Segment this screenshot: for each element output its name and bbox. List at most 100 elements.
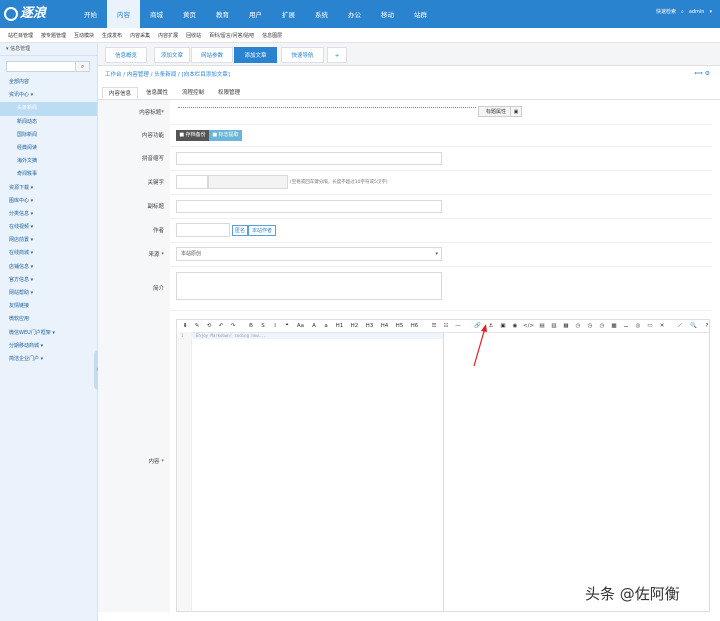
nav-item-10[interactable]: 站群 [404, 0, 437, 28]
editor-placeholder[interactable]: Enjoy Markdown! coding now... [191, 333, 443, 339]
nav-item-6[interactable]: 扩展 [272, 0, 305, 28]
editor-toolbar-button[interactable]: ◉ [511, 322, 519, 330]
page-tab[interactable]: 添加文章 [154, 47, 190, 63]
sidebar-item[interactable]: 资讯中心 ▾ [0, 89, 97, 102]
nav-item-5[interactable]: 用户 [239, 0, 272, 28]
sub-menu-item[interactable]: 内容采集 [130, 32, 150, 39]
summary-textarea[interactable] [176, 272, 442, 300]
sub-menu-item[interactable]: 百科/留言/问答/贴吧 [209, 32, 254, 39]
user-name[interactable]: admin [689, 9, 705, 15]
nav-item-7[interactable]: 系统 [305, 0, 338, 28]
author-input[interactable] [176, 223, 230, 237]
editor-toolbar-button[interactable]: ◷ [586, 322, 594, 330]
breadcrumb[interactable]: 工作台 / 内容管理 / 头条新闻 / [向本栏目添加文章] [105, 70, 230, 78]
nav-item-1[interactable]: 内容 [107, 0, 140, 28]
sidebar-item[interactable]: 网站帮助 ▾ [0, 287, 97, 300]
editor-toolbar-button[interactable]: H5 [394, 322, 405, 330]
sub-menu-item[interactable]: 互动模块 [74, 32, 94, 39]
sidebar-item[interactable]: 官方信息 ▾ [0, 274, 97, 287]
sidebar-item[interactable]: 微软应用 [0, 313, 97, 326]
editor-toolbar-button[interactable]: ⟲ [205, 322, 213, 330]
sub-menu-item[interactable]: 回收站 [186, 32, 201, 39]
editor-toolbar-button[interactable]: a [322, 322, 330, 330]
editor-toolbar-button[interactable]: ▤ [538, 322, 546, 330]
sub-menu-item[interactable]: 信息图层 [262, 32, 282, 39]
editor-toolbar-button[interactable]: ☰ [430, 322, 438, 330]
editor-toolbar-button[interactable]: ⚊ [622, 322, 630, 330]
keywords-tag-input[interactable] [176, 175, 208, 189]
editor-input-pane[interactable]: 1 Enjoy Markdown! coding now... [177, 332, 444, 611]
image-icon[interactable]: ▣ [510, 106, 522, 117]
editor-toolbar-button[interactable]: ↷ [229, 322, 237, 330]
sidebar-title[interactable]: ▾ 信息管理 [0, 43, 97, 56]
sidebar-item[interactable]: 头条新闻 [0, 102, 97, 116]
sidebar-item[interactable]: 在线视频 ▾ [0, 221, 97, 234]
editor-toolbar-button[interactable]: ✕ [658, 322, 666, 330]
page-tab[interactable]: 添加文章 [234, 47, 277, 63]
sidebar-item[interactable]: 在线商城 ▾ [0, 247, 97, 260]
page-tab[interactable]: 快速导航 [281, 47, 324, 63]
editor-toolbar-button[interactable]: ☷ [442, 322, 450, 330]
editor-toolbar-button[interactable]: ↶ [217, 322, 225, 330]
form-tab[interactable]: 信息属性 [139, 87, 175, 99]
editor-toolbar-button[interactable]: ▩ [610, 322, 618, 330]
nav-item-0[interactable]: 开始 [74, 0, 107, 28]
form-tab[interactable]: 流程控制 [175, 87, 211, 99]
page-tab[interactable]: 网站参数 [191, 47, 233, 63]
anonymous-button[interactable]: 匿名 [232, 225, 248, 236]
form-tab[interactable]: 权限管理 [211, 87, 247, 99]
sidebar-search-input[interactable] [6, 61, 76, 72]
pinyin-input[interactable] [176, 152, 442, 165]
nav-item-8[interactable]: 办公 [338, 0, 371, 28]
sidebar-item[interactable]: 海外文摘 [0, 155, 97, 168]
editor-toolbar-button[interactable]: ✎ [193, 322, 201, 330]
editor-toolbar-button[interactable]: H2 [349, 322, 360, 330]
logo[interactable]: 逐浪 [4, 4, 72, 24]
sub-menu-item[interactable]: 内容扩展 [158, 32, 178, 39]
sidebar-item[interactable]: 图库中心 ▾ [0, 195, 97, 208]
title-input[interactable] [178, 107, 476, 109]
expand-icon[interactable]: ⟺ [694, 70, 703, 77]
editor-toolbar-button[interactable]: ? [703, 322, 711, 330]
quick-search-label[interactable]: 快速检索 [656, 8, 676, 15]
archive-button[interactable]: ■ 存档备份 [176, 130, 209, 141]
gear-icon[interactable]: ⚙ [705, 70, 710, 77]
editor-toolbar-button[interactable]: H6 [409, 322, 420, 330]
editor-toolbar-button[interactable]: ◷ [574, 322, 582, 330]
sidebar-item[interactable]: 微信WEU门户框架 ▾ [0, 327, 97, 340]
sidebar-item[interactable]: 国际新闻 [0, 129, 97, 142]
search-icon[interactable]: ⌕ [681, 9, 684, 15]
sidebar-item[interactable]: 分期移动商城 ▾ [0, 340, 97, 353]
extract-button[interactable]: ■ 标志提取 [209, 130, 242, 141]
source-select[interactable]: 本站原创 ▾ [176, 247, 442, 261]
editor-toolbar-button[interactable]: ◎ [634, 322, 642, 330]
page-tab[interactable]: 信息概览 [105, 47, 147, 63]
sub-menu-item[interactable]: 站栏目管理 [8, 32, 33, 39]
sidebar-item[interactable]: 网店前置 ▾ [0, 234, 97, 247]
site-author-button[interactable]: 本站作者 [248, 225, 276, 236]
subtitle-input[interactable] [176, 200, 442, 213]
page-tab[interactable]: + [327, 47, 347, 63]
editor-toolbar-button[interactable]: I [271, 322, 279, 330]
editor-toolbar-button[interactable]: ▭ [646, 322, 654, 330]
editor-toolbar-button[interactable]: ▥ [550, 322, 558, 330]
nav-item-4[interactable]: 教育 [206, 0, 239, 28]
editor-toolbar-button[interactable]: ⬇ [181, 322, 189, 330]
title-attribute-button[interactable]: 标题属性 [478, 106, 514, 117]
editor-toolbar-button[interactable]: A [310, 322, 318, 330]
form-tab[interactable]: 内容信息 [102, 87, 138, 99]
editor-toolbar-button[interactable]: S [259, 322, 267, 330]
keywords-input[interactable] [208, 175, 288, 189]
editor-toolbar-button[interactable]: ❝ [283, 322, 291, 330]
editor-toolbar-button[interactable]: H3 [364, 322, 375, 330]
chevron-down-icon[interactable]: ▾ [709, 9, 712, 15]
nav-item-3[interactable]: 黄页 [173, 0, 206, 28]
editor-toolbar-button[interactable]: — [454, 322, 462, 330]
editor-toolbar-button[interactable]: </> [523, 322, 534, 330]
search-icon[interactable]: ⌕ [76, 61, 90, 72]
editor-toolbar-button[interactable]: H1 [334, 322, 345, 330]
sidebar-item[interactable]: 经典阅读 [0, 142, 97, 155]
editor-toolbar-button[interactable]: B [247, 322, 255, 330]
sidebar-item[interactable]: 奇闻轶事 [0, 168, 97, 181]
sidebar-item[interactable]: 分类信息 ▾ [0, 208, 97, 221]
